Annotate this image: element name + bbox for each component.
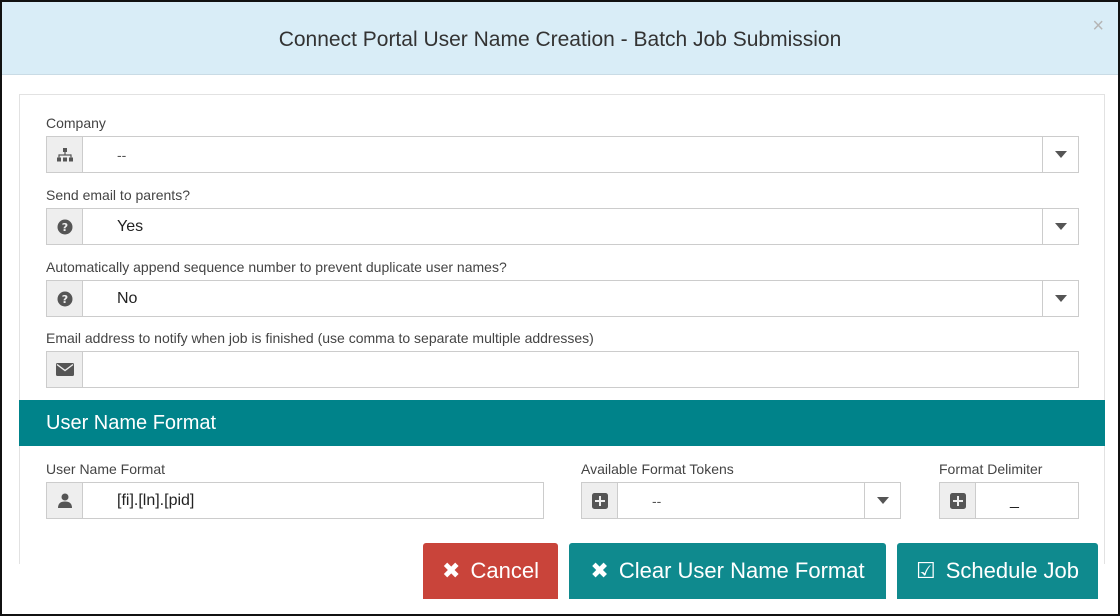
format-delimiter-value[interactable]: _ (976, 483, 1078, 518)
chevron-down-icon[interactable] (1042, 137, 1078, 172)
user-name-format-value[interactable]: [fi].[ln].[pid] (83, 483, 543, 518)
send-email-label: Send email to parents? (46, 187, 190, 203)
company-label: Company (46, 115, 106, 131)
chevron-down-icon[interactable] (1042, 209, 1078, 244)
batch-job-modal: Connect Portal User Name Creation - Batc… (0, 0, 1120, 616)
send-email-value: Yes (117, 217, 144, 235)
append-seq-select[interactable]: ? No (46, 280, 1079, 317)
check-square-icon: ☑ (915, 558, 936, 583)
svg-text:?: ? (61, 293, 67, 306)
chevron-down-icon[interactable] (1042, 281, 1078, 316)
format-delimiter-input[interactable]: _ (939, 482, 1079, 519)
cancel-button-label: Cancel (470, 558, 539, 583)
send-email-select[interactable]: ? Yes (46, 208, 1079, 245)
chevron-down-icon[interactable] (864, 483, 900, 518)
modal-header: Connect Portal User Name Creation - Batc… (2, 2, 1118, 75)
append-seq-label: Automatically append sequence number to … (46, 259, 507, 275)
question-circle-icon: ? (47, 209, 83, 244)
company-select[interactable]: -- (46, 136, 1079, 173)
close-icon: ✖ (442, 558, 461, 583)
cancel-button[interactable]: ✖ Cancel (423, 543, 558, 599)
user-name-format-label: User Name Format (46, 461, 166, 477)
user-icon (47, 483, 83, 518)
company-value: -- (117, 146, 127, 163)
svg-text:?: ? (61, 221, 67, 234)
sitemap-icon (47, 137, 83, 172)
plus-square-icon[interactable] (940, 483, 976, 518)
notify-email-value[interactable] (83, 352, 1078, 387)
schedule-job-button-label: Schedule Job (945, 558, 1080, 583)
clear-format-button[interactable]: ✖ Clear User Name Format (569, 543, 886, 599)
user-name-format-section: User Name Format (19, 400, 1105, 446)
close-icon[interactable]: × (1092, 16, 1104, 36)
append-seq-value: No (117, 289, 138, 307)
notify-email-label: Email address to notify when job is fini… (46, 330, 594, 346)
format-tokens-value: -- (652, 492, 662, 509)
format-tokens-label: Available Format Tokens (581, 461, 734, 477)
close-icon: ✖ (590, 558, 609, 583)
section-title: User Name Format (46, 411, 217, 434)
clear-format-button-label: Clear User Name Format (618, 558, 865, 583)
modal-title: Connect Portal User Name Creation - Batc… (278, 28, 842, 51)
format-delimiter-label: Format Delimiter (939, 461, 1043, 477)
notify-email-field[interactable] (46, 351, 1079, 388)
schedule-job-button[interactable]: ☑ Schedule Job (897, 543, 1098, 599)
envelope-icon (47, 352, 83, 387)
question-circle-icon: ? (47, 281, 83, 316)
user-name-format-input[interactable]: [fi].[ln].[pid] (46, 482, 544, 519)
format-tokens-select[interactable]: -- (581, 482, 901, 519)
plus-square-icon[interactable] (582, 483, 618, 518)
